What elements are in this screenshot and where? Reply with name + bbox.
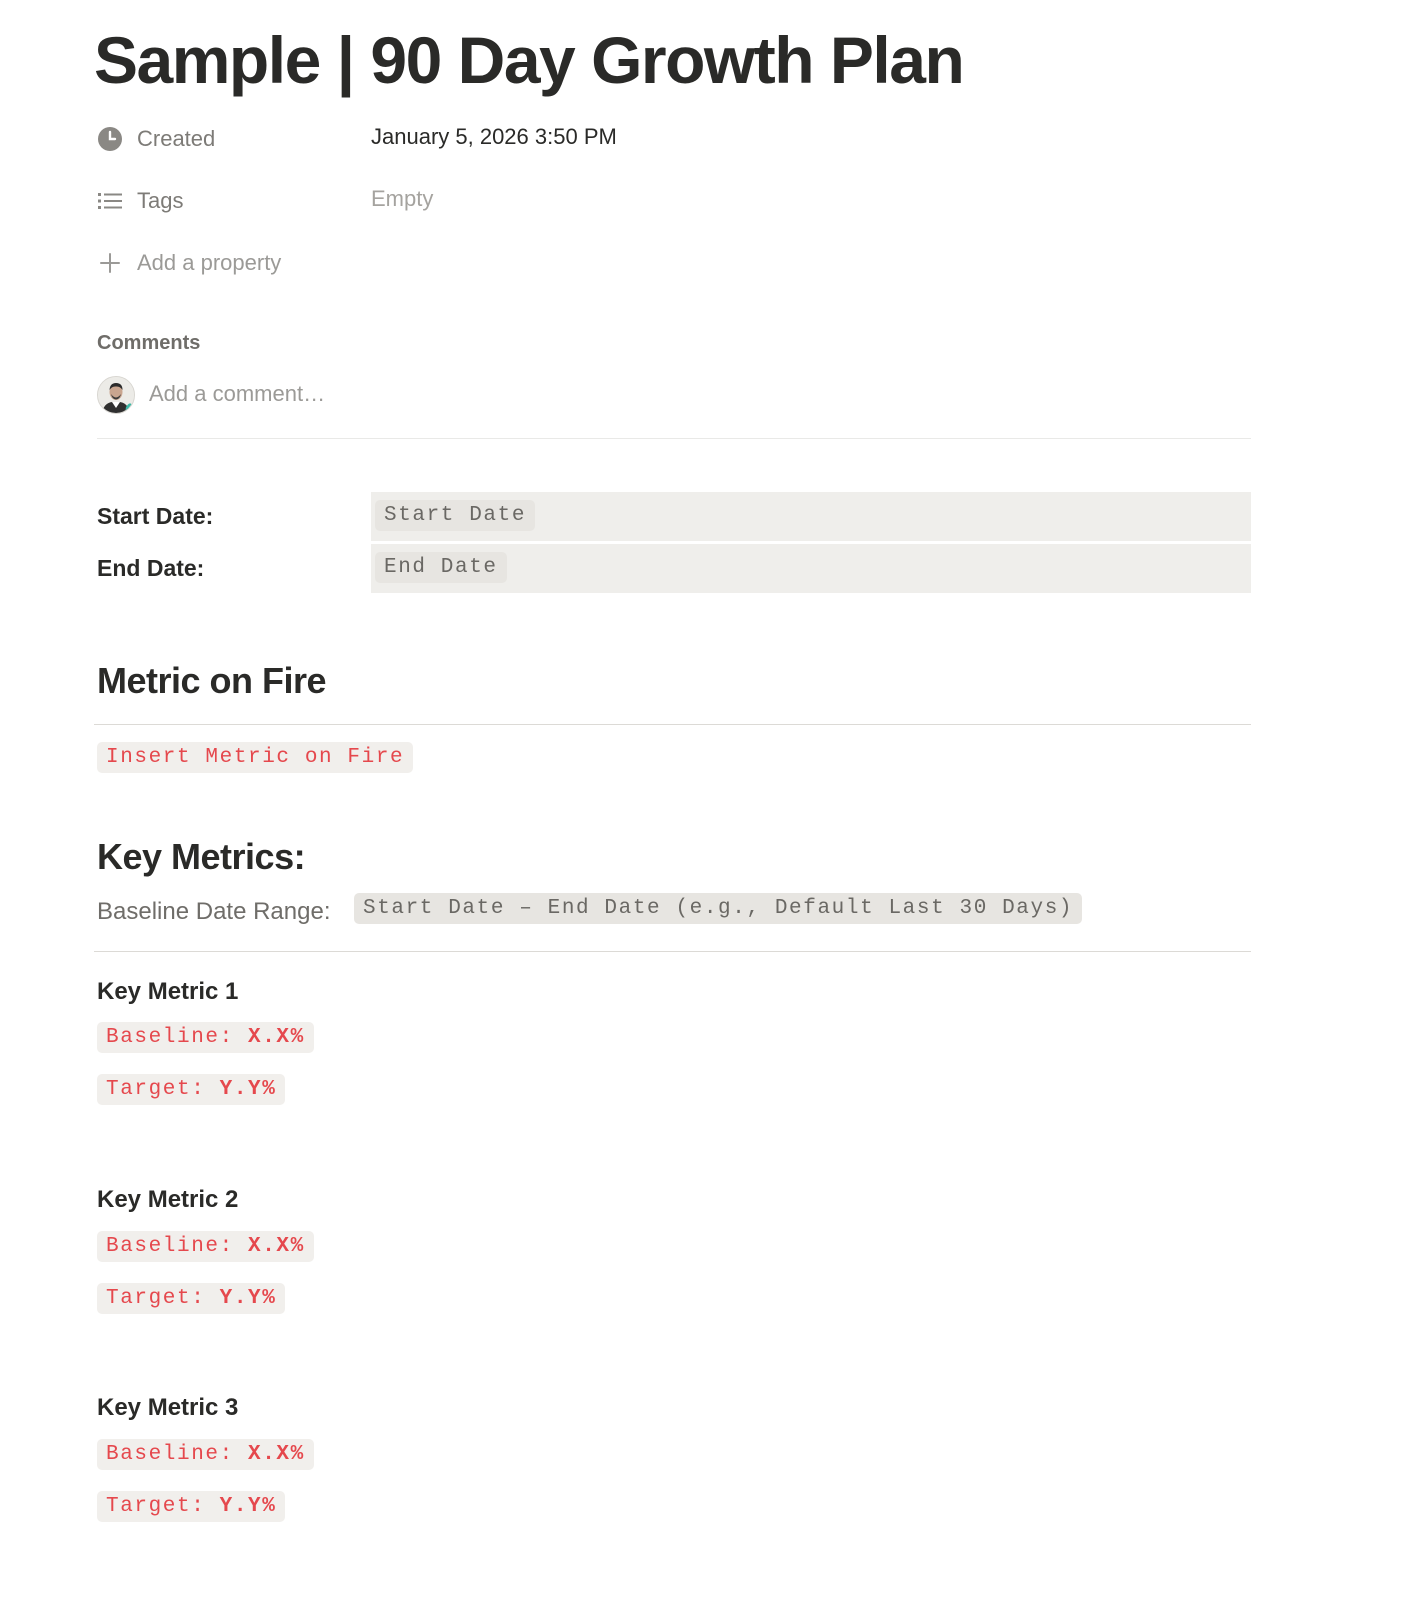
clock-icon — [97, 126, 123, 152]
page-title[interactable]: Sample | 90 Day Growth Plan — [94, 22, 965, 98]
target-value: Y.Y% — [219, 1078, 277, 1101]
baseline-prefix: Baseline: — [106, 1443, 234, 1466]
target-value: Y.Y% — [219, 1495, 277, 1518]
baseline-prefix: Baseline: — [106, 1235, 234, 1258]
start-date-value[interactable]: Start Date — [375, 500, 536, 531]
avatar — [97, 376, 135, 414]
plus-icon — [97, 250, 123, 276]
property-label-created: Created — [137, 126, 216, 151]
baseline-date-range-block[interactable]: Start Date – End Date (e.g., Default Las… — [354, 893, 1083, 924]
metric-on-fire-heading: Metric on Fire — [97, 660, 327, 701]
divider — [94, 724, 1251, 725]
property-tags[interactable]: Tags Empty — [97, 182, 1257, 222]
key-metrics-heading: Key Metrics: — [97, 836, 306, 877]
metric-on-fire-block[interactable]: Insert Metric on Fire — [97, 742, 414, 773]
target-value: Y.Y% — [219, 1287, 277, 1310]
baseline-prefix: Baseline: — [106, 1026, 234, 1049]
comments-heading: Comments — [97, 332, 201, 354]
property-value-tags[interactable]: Empty — [371, 186, 433, 212]
baseline-value: X.X% — [248, 1026, 305, 1049]
baseline-date-range-value[interactable]: Start Date – End Date (e.g., Default Las… — [354, 893, 1083, 924]
add-property-button[interactable]: Add a property — [97, 244, 327, 284]
property-created[interactable]: Created January 5, 2026 3:50 PM — [97, 120, 1257, 160]
start-date-label: Start Date: — [97, 503, 214, 529]
key-metric-target[interactable]: Target: Y.Y% — [97, 1491, 286, 1522]
property-label-tags: Tags — [137, 188, 184, 213]
baseline-value: X.X% — [248, 1443, 305, 1466]
key-metric-title: Key Metric 1 — [97, 978, 239, 1005]
key-metric-target[interactable]: Target: Y.Y% — [97, 1074, 286, 1105]
end-date-cell[interactable]: End Date — [371, 544, 1251, 593]
end-date-value[interactable]: End Date — [375, 552, 507, 583]
key-metric-target[interactable]: Target: Y.Y% — [97, 1283, 286, 1314]
target-prefix: Target: — [106, 1287, 206, 1310]
key-metric-baseline[interactable]: Baseline: X.X% — [97, 1439, 314, 1470]
comment-input[interactable] — [149, 381, 649, 407]
target-prefix: Target: — [106, 1495, 206, 1518]
target-prefix: Target: — [106, 1078, 206, 1101]
key-metric-baseline[interactable]: Baseline: X.X% — [97, 1231, 314, 1262]
list-icon — [97, 188, 123, 214]
key-metric-title: Key Metric 3 — [97, 1394, 239, 1421]
divider — [97, 438, 1251, 439]
property-value-created[interactable]: January 5, 2026 3:50 PM — [371, 124, 617, 150]
start-date-cell[interactable]: Start Date — [371, 492, 1251, 541]
key-metric-title: Key Metric 2 — [97, 1186, 239, 1213]
baseline-date-range-label: Baseline Date Range: — [97, 898, 331, 925]
key-metric-baseline[interactable]: Baseline: X.X% — [97, 1022, 314, 1053]
metric-on-fire-value[interactable]: Insert Metric on Fire — [97, 742, 414, 773]
add-property-label: Add a property — [137, 250, 282, 275]
divider — [94, 951, 1251, 952]
baseline-value: X.X% — [248, 1235, 305, 1258]
end-date-label: End Date: — [97, 555, 205, 581]
